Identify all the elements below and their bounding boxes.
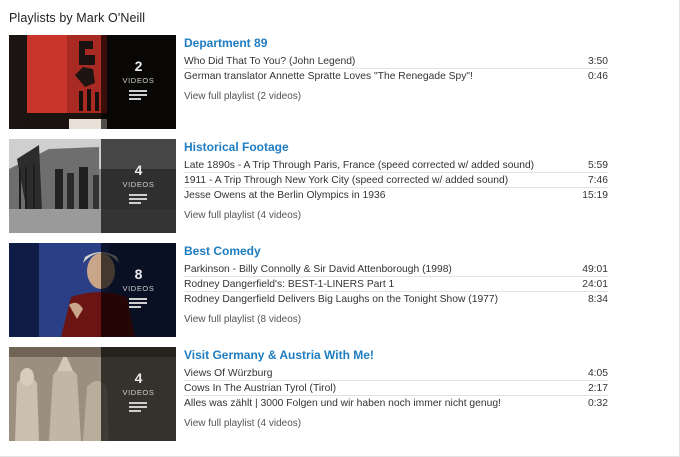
video-title: Who Did That To You? (John Legend) [184, 56, 356, 67]
video-title: Parkinson - Billy Connolly & Sir David A… [184, 264, 452, 275]
video-count: 8 [134, 266, 143, 282]
view-full-playlist-link[interactable]: View full playlist (8 videos) [184, 314, 301, 325]
video-duration: 3:50 [587, 56, 608, 67]
playlist-video-list: Late 1890s - A Trip Through Paris, Franc… [184, 158, 608, 203]
video-row[interactable]: German translator Annette Spratte Loves … [184, 69, 608, 84]
playlist-icon [129, 194, 147, 206]
playlist-title-link[interactable]: Historical Footage [184, 140, 289, 154]
playlist-count-overlay: 8 VIDEOS [101, 243, 176, 337]
playlist-card: 4 VIDEOS Historical Footage Late 1890s -… [9, 139, 609, 233]
video-title: Alles was zählt | 3000 Folgen und wir ha… [184, 398, 501, 409]
playlist-video-list: Parkinson - Billy Connolly & Sir David A… [184, 262, 608, 307]
video-row[interactable]: Cows In The Austrian Tyrol (Tirol) 2:17 [184, 381, 608, 396]
video-title: German translator Annette Spratte Loves … [184, 71, 473, 82]
video-count: 4 [134, 370, 143, 386]
playlist-video-list: Who Did That To You? (John Legend) 3:50 … [184, 54, 608, 84]
video-row[interactable]: Jesse Owens at the Berlin Olympics in 19… [184, 188, 608, 203]
playlist-title-link[interactable]: Visit Germany & Austria With Me! [184, 348, 374, 362]
video-count: 2 [134, 58, 143, 74]
view-full-playlist-link[interactable]: View full playlist (4 videos) [184, 210, 301, 221]
video-row[interactable]: Rodney Dangerfield Delivers Big Laughs o… [184, 292, 608, 307]
video-duration: 5:59 [587, 160, 608, 171]
video-duration: 4:05 [587, 368, 608, 379]
playlist-count-overlay: 2 VIDEOS [101, 35, 176, 129]
video-row[interactable]: Alles was zählt | 3000 Folgen und wir ha… [184, 396, 608, 411]
playlist-count-overlay: 4 VIDEOS [101, 139, 176, 233]
playlist-icon [129, 90, 147, 102]
video-duration: 7:46 [587, 175, 608, 186]
playlist-title-link[interactable]: Best Comedy [184, 244, 261, 258]
video-duration: 2:17 [587, 383, 608, 394]
playlist-icon [129, 298, 147, 310]
videos-label: VIDEOS [122, 180, 155, 189]
video-duration: 49:01 [582, 264, 608, 275]
video-title: Rodney Dangerfield's: BEST-1-LINERS Part… [184, 279, 395, 290]
video-row[interactable]: Rodney Dangerfield's: BEST-1-LINERS Part… [184, 277, 608, 292]
playlist-count-overlay: 4 VIDEOS [101, 347, 176, 441]
view-full-playlist-link[interactable]: View full playlist (2 videos) [184, 91, 301, 102]
view-full-playlist-link[interactable]: View full playlist (4 videos) [184, 418, 301, 429]
video-title: Late 1890s - A Trip Through Paris, Franc… [184, 160, 535, 171]
playlist-title-link[interactable]: Department 89 [184, 36, 267, 50]
video-title: Jesse Owens at the Berlin Olympics in 19… [184, 190, 386, 201]
playlist-card: 4 VIDEOS Visit Germany & Austria With Me… [9, 347, 609, 441]
video-title: Cows In The Austrian Tyrol (Tirol) [184, 383, 337, 394]
video-title: 1911 - A Trip Through New York City (spe… [184, 175, 509, 186]
playlist-icon [129, 402, 147, 414]
video-duration: 8:34 [587, 294, 608, 305]
videos-label: VIDEOS [122, 284, 155, 293]
video-duration: 24:01 [582, 279, 608, 290]
video-count: 4 [134, 162, 143, 178]
playlist-card: 8 VIDEOS Best Comedy Parkinson - Billy C… [9, 243, 609, 337]
video-row[interactable]: Views Of Würzburg 4:05 [184, 366, 608, 381]
page-title: Playlists by Mark O'Neill [9, 11, 146, 25]
video-title: Rodney Dangerfield Delivers Big Laughs o… [184, 294, 499, 305]
video-row[interactable]: Who Did That To You? (John Legend) 3:50 [184, 54, 608, 69]
video-duration: 15:19 [582, 190, 608, 201]
video-duration: 0:32 [587, 398, 608, 409]
video-row[interactable]: 1911 - A Trip Through New York City (spe… [184, 173, 608, 188]
playlist-card: 2 VIDEOS Department 89 Who Did That To Y… [9, 35, 609, 129]
video-title: Views Of Würzburg [184, 368, 273, 379]
playlist-thumbnail[interactable]: 4 VIDEOS [9, 139, 176, 233]
video-row[interactable]: Parkinson - Billy Connolly & Sir David A… [184, 262, 608, 277]
playlist-thumbnail[interactable]: 4 VIDEOS [9, 347, 176, 441]
videos-label: VIDEOS [122, 388, 155, 397]
playlist-thumbnail[interactable]: 8 VIDEOS [9, 243, 176, 337]
videos-label: VIDEOS [122, 76, 155, 85]
video-row[interactable]: Late 1890s - A Trip Through Paris, Franc… [184, 158, 608, 173]
playlist-video-list: Views Of Würzburg 4:05 Cows In The Austr… [184, 366, 608, 411]
playlist-thumbnail[interactable]: 2 VIDEOS [9, 35, 176, 129]
video-duration: 0:46 [587, 71, 608, 82]
